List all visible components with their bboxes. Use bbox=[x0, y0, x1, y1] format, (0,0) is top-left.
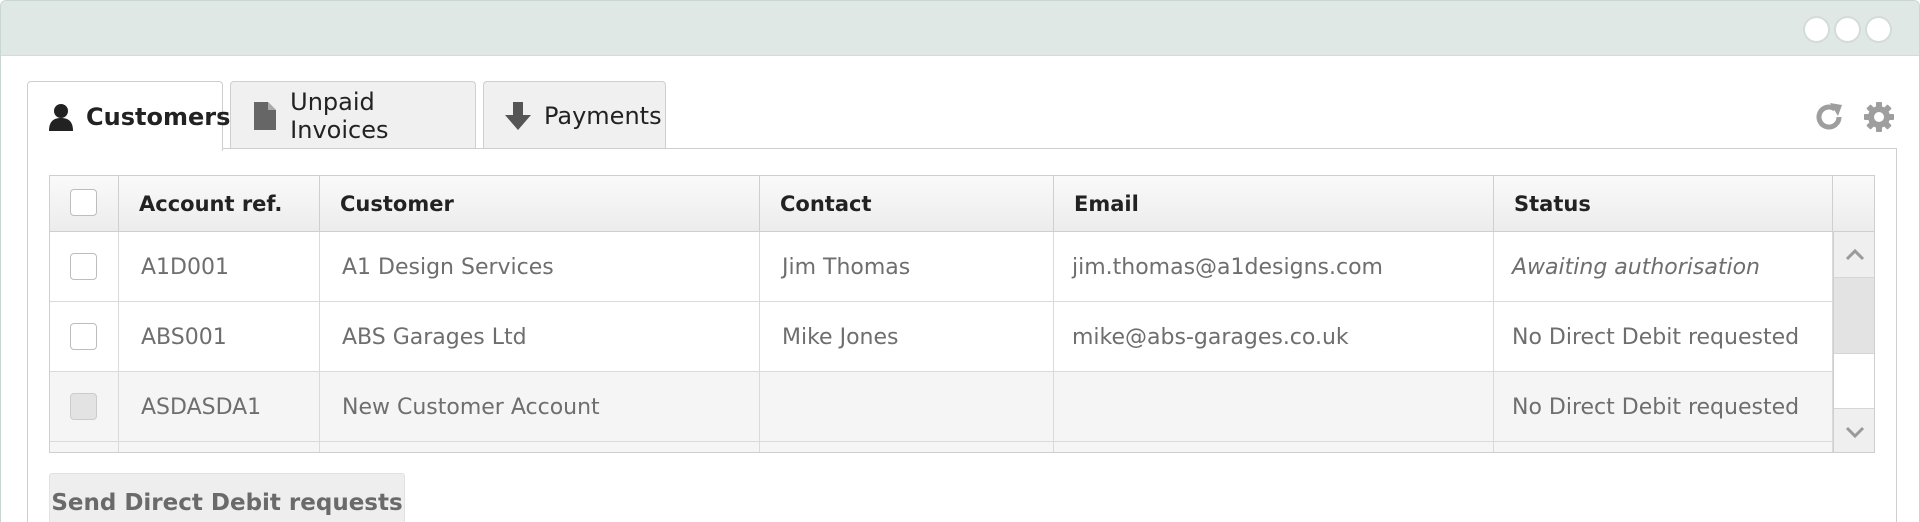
account-ref-cell: A1D001 bbox=[119, 232, 320, 302]
contact-cell bbox=[760, 372, 1054, 442]
row-select-cell bbox=[50, 372, 119, 442]
contact-cell bbox=[760, 442, 1054, 452]
window-button-2[interactable] bbox=[1834, 16, 1861, 43]
tab-label: Unpaid Invoices bbox=[290, 87, 389, 144]
contact-cell: Jim Thomas bbox=[760, 232, 1054, 302]
contact-cell: Mike Jones bbox=[760, 302, 1054, 372]
window-button-1[interactable] bbox=[1803, 16, 1830, 43]
email-cell bbox=[1054, 442, 1494, 452]
tab-unpaid-invoices[interactable]: Unpaid Invoices bbox=[230, 81, 476, 149]
row-select-cell bbox=[50, 302, 119, 372]
status-cell: No Direct Debit requested bbox=[1494, 372, 1833, 442]
customer-cell: A1 Design Services bbox=[320, 232, 760, 302]
row-checkbox[interactable] bbox=[70, 253, 97, 280]
table-row[interactable]: ASDASDA1 New Customer Account No Direct … bbox=[50, 372, 1833, 442]
row-checkbox-disabled bbox=[70, 393, 97, 420]
download-arrow-icon bbox=[504, 101, 532, 131]
window-button-3[interactable] bbox=[1865, 16, 1892, 43]
status-cell: Awaiting authorisation bbox=[1494, 232, 1833, 302]
email-cell: mike@abs-garages.co.uk bbox=[1054, 302, 1494, 372]
refresh-icon[interactable] bbox=[1813, 101, 1845, 133]
grid-header: Account ref. Customer Contact Email Stat… bbox=[50, 176, 1874, 232]
customer-cell: ABS Garages Ltd bbox=[320, 302, 760, 372]
tab-customers[interactable]: Customers bbox=[27, 81, 230, 151]
email-cell bbox=[1054, 372, 1494, 442]
tab-label: Payments bbox=[544, 101, 662, 130]
select-all-checkbox[interactable] bbox=[70, 189, 97, 216]
column-header-account-ref[interactable]: Account ref. bbox=[119, 176, 320, 232]
status-cell: No Direct Debit requested bbox=[1494, 302, 1833, 372]
app-window: Customers Unpaid Invoices Payments Accou… bbox=[0, 0, 1920, 522]
tab-payments[interactable]: Payments bbox=[483, 81, 666, 149]
table-row bbox=[50, 442, 1833, 452]
chevron-up-icon bbox=[1845, 248, 1865, 260]
table-row[interactable]: ABS001 ABS Garages Ltd Mike Jones mike@a… bbox=[50, 302, 1833, 372]
column-header-email[interactable]: Email bbox=[1054, 176, 1494, 232]
title-bar bbox=[1, 1, 1919, 56]
tab-label: Customers bbox=[86, 102, 231, 131]
vertical-scrollbar[interactable] bbox=[1833, 232, 1874, 452]
row-select-cell bbox=[50, 232, 119, 302]
column-header-customer[interactable]: Customer bbox=[320, 176, 760, 232]
customer-cell bbox=[320, 442, 760, 452]
send-direct-debit-requests-button[interactable]: Send Direct Debit requests bbox=[49, 473, 405, 522]
row-checkbox[interactable] bbox=[70, 323, 97, 350]
chevron-down-icon bbox=[1845, 426, 1865, 438]
document-icon bbox=[251, 101, 278, 131]
row-select-cell bbox=[50, 442, 119, 452]
account-ref-cell: ABS001 bbox=[119, 302, 320, 372]
scroll-up-button[interactable] bbox=[1834, 232, 1874, 278]
email-cell: jim.thomas@a1designs.com bbox=[1054, 232, 1494, 302]
account-ref-cell bbox=[119, 442, 320, 452]
gear-icon[interactable] bbox=[1863, 101, 1895, 133]
table-row[interactable]: A1D001 A1 Design Services Jim Thomas jim… bbox=[50, 232, 1833, 302]
status-cell bbox=[1494, 442, 1833, 452]
column-header-contact[interactable]: Contact bbox=[760, 176, 1054, 232]
customers-grid: Account ref. Customer Contact Email Stat… bbox=[49, 175, 1875, 453]
column-header-status[interactable]: Status bbox=[1494, 176, 1833, 232]
user-icon bbox=[48, 102, 74, 132]
scroll-down-button[interactable] bbox=[1834, 408, 1874, 452]
customer-cell: New Customer Account bbox=[320, 372, 760, 442]
scroll-thumb[interactable] bbox=[1834, 278, 1874, 354]
account-ref-cell: ASDASDA1 bbox=[119, 372, 320, 442]
select-all-cell bbox=[50, 176, 119, 232]
